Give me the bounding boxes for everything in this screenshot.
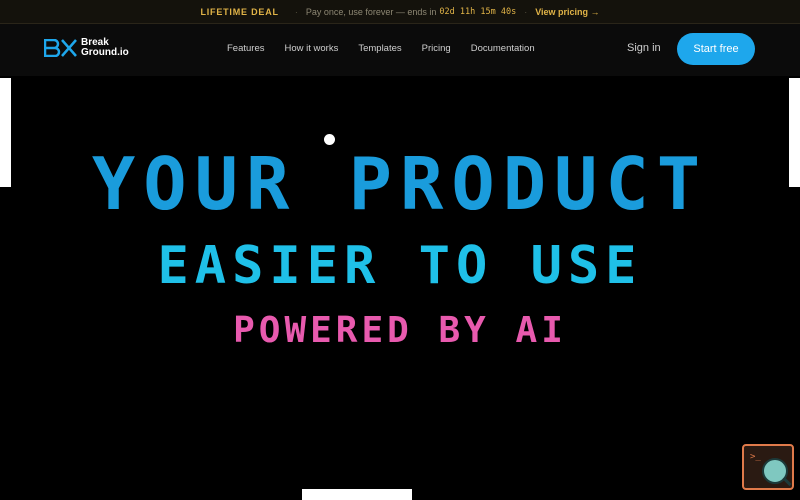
nav-item-features[interactable]: Features [227,43,265,54]
separator-dot: · [524,6,528,17]
logo-line2: Ground.io [81,47,129,58]
announcement-bar: LIFETIME DEAL · Pay once, use forever — … [0,0,800,24]
terminal-prompt-icon: >_ [750,452,761,462]
start-free-button[interactable]: Start free [677,33,755,65]
navbar: Break Ground.io Features How it works Te… [0,24,800,76]
nav-item-pricing[interactable]: Pricing [422,43,451,54]
nav-menu: Features How it works Templates Pricing … [227,43,555,54]
bottom-block [302,489,412,500]
terminal-search-widget-icon[interactable]: >_ [742,444,794,490]
breakground-logo-icon [44,39,77,57]
deal-label: LIFETIME DEAL [200,6,279,17]
brand-logo[interactable]: Break Ground.io [44,38,129,58]
nav-item-how-it-works[interactable]: How it works [285,43,339,54]
sign-in-link[interactable]: Sign in [627,42,661,54]
hero-tagline: POWERED BY AI [233,310,567,351]
separator-dot: · [294,6,298,17]
nav-item-templates[interactable]: Templates [358,43,401,54]
magnifier-handle [782,476,792,487]
nav-item-documentation[interactable]: Documentation [471,43,535,54]
deal-text: Pay once, use forever — ends in [305,6,437,17]
view-pricing-link[interactable]: View pricing → [535,7,599,17]
hero-headline-line2: EASIER TO USE [157,236,643,296]
hero-headline-line1: YOUR PRODUCT [91,142,709,226]
countdown-timer: 02d 11h 15m 40s [439,6,517,17]
